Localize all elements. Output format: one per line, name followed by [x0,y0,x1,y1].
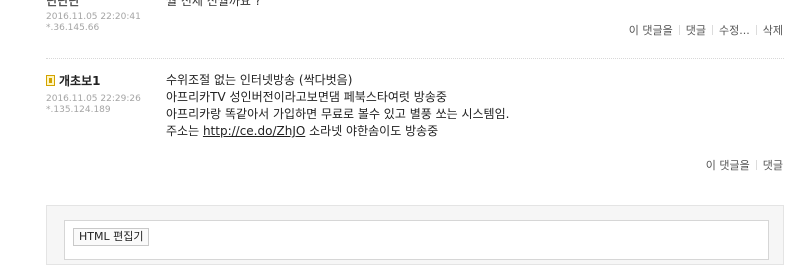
comment-actions: 이 댓글을 댓글 [706,157,783,173]
action-separator [755,25,757,35]
comment-link[interactable]: http://ce.do/ZhJO [203,124,305,138]
level-icon [46,75,55,86]
comment-editor[interactable] [64,220,769,260]
line-suffix: 소라넷 야한솜이도 방송중 [305,124,439,138]
comment-line: 수위조절 없는 인터넷방송 (싹다벗음) [166,73,353,87]
prev-comment-ip: *.36.145.66 [46,23,100,33]
edit-link[interactable]: 수정... [719,22,750,38]
comment-divider [46,58,784,59]
html-editor-tab[interactable]: HTML 편집기 [73,228,150,246]
comment-line: 주소는 http://ce.do/ZhJO 소라넷 야한솜이도 방송중 [166,123,509,140]
comment-line: 아프리카TV 성인버전이라고보면댐 페북스타여럿 방송중 [166,90,447,104]
prev-comment-datetime: 2016.11.05 22:20:41 [46,12,141,22]
prev-comment-actions: 이 댓글을 댓글 수정... 삭제 [629,22,783,38]
delete-link[interactable]: 삭제 [763,22,783,38]
action-separator [755,160,757,170]
comment-line: 아프리카랑 똑같아서 가입하면 무료로 볼수 있고 별풍 쏘는 시스템임. [166,107,510,121]
reply-link[interactable]: 댓글 [763,157,783,173]
action-separator [678,25,680,35]
comment-author: 개초보1 [46,72,100,89]
comment-datetime: 2016.11.05 22:29:26 [46,94,141,104]
comment-ip: *.135.124.189 [46,105,111,115]
prev-comment-body: 월 신세 신월까요 ? [166,0,262,8]
reply-link[interactable]: 댓글 [686,22,706,38]
this-comment-menu-link[interactable]: 이 댓글을 [629,22,673,38]
comment-body: 수위조절 없는 인터넷방송 (싹다벗음) 아프리카TV 성인버전이라고보면댐 페… [166,72,509,140]
author-name[interactable]: 개초보1 [59,72,100,89]
prev-comment-author[interactable]: 닌닌닌 [46,0,79,9]
line-prefix: 주소는 [166,124,203,138]
action-separator [712,25,714,35]
this-comment-menu-link[interactable]: 이 댓글을 [706,157,750,173]
